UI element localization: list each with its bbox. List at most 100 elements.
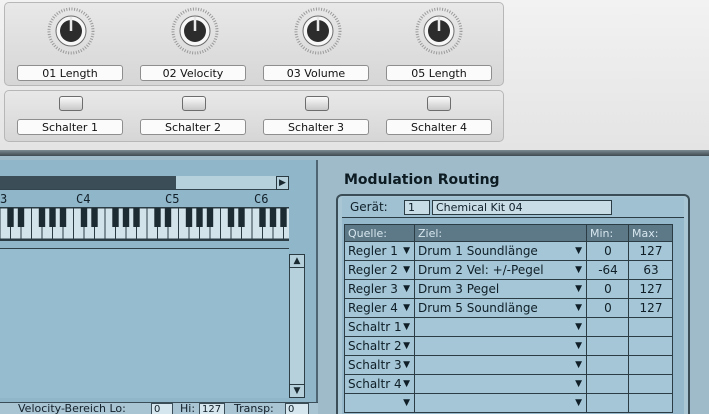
target-cell[interactable]: ▼: [414, 355, 587, 375]
source-value: Schaltr 4: [348, 377, 402, 391]
black-key[interactable]: [91, 208, 98, 227]
scroll-right-icon[interactable]: ▶: [276, 176, 289, 190]
device-name-field[interactable]: Chemical Kit 04: [432, 200, 612, 215]
pattern-area[interactable]: [0, 248, 289, 398]
dropdown-arrow-icon[interactable]: ▼: [575, 300, 582, 317]
target-cell[interactable]: Drum 1 Soundlänge ▼: [414, 241, 587, 261]
black-key[interactable]: [269, 208, 277, 227]
black-key[interactable]: [112, 208, 119, 227]
velocity-lo-field[interactable]: 0: [151, 403, 173, 414]
dropdown-arrow-icon[interactable]: ▼: [575, 395, 582, 412]
black-key[interactable]: [196, 208, 203, 227]
black-key[interactable]: [185, 208, 193, 227]
max-cell[interactable]: [628, 393, 673, 413]
min-cell[interactable]: [586, 393, 629, 413]
min-cell[interactable]: -64: [586, 260, 629, 280]
device-number-field[interactable]: 1: [404, 200, 430, 215]
dropdown-arrow-icon[interactable]: ▼: [575, 357, 582, 374]
target-value: Drum 5 Soundlänge: [418, 301, 538, 315]
velocity-hi-field[interactable]: 127: [199, 403, 225, 414]
target-cell[interactable]: ▼: [414, 317, 587, 337]
dropdown-arrow-icon[interactable]: ▼: [403, 262, 410, 279]
dropdown-arrow-icon[interactable]: ▼: [575, 338, 582, 355]
target-cell[interactable]: Drum 2 Vel: +/-Pegel ▼: [414, 260, 587, 280]
max-cell[interactable]: [628, 355, 673, 375]
scroll-down-icon[interactable]: ▼: [289, 384, 305, 398]
transpose-field[interactable]: 0: [285, 403, 309, 414]
target-cell[interactable]: ▼: [414, 374, 587, 394]
max-cell[interactable]: [628, 336, 673, 356]
max-cell[interactable]: [628, 317, 673, 337]
max-cell[interactable]: 127: [628, 241, 673, 261]
dropdown-arrow-icon[interactable]: ▼: [403, 281, 410, 298]
switch-button-1[interactable]: [59, 96, 83, 111]
dropdown-arrow-icon[interactable]: ▼: [403, 300, 410, 317]
rotary-knob-2[interactable]: [171, 7, 219, 55]
switch-button-2[interactable]: [182, 96, 206, 111]
max-cell[interactable]: 127: [628, 279, 673, 299]
dropdown-arrow-icon[interactable]: ▼: [403, 243, 410, 260]
source-cell[interactable]: Schaltr 1 ▼: [344, 317, 415, 337]
min-cell[interactable]: 0: [586, 279, 629, 299]
source-cell[interactable]: ▼: [344, 393, 415, 413]
source-cell[interactable]: Schaltr 2 ▼: [344, 336, 415, 356]
black-key[interactable]: [154, 208, 161, 227]
black-key[interactable]: [259, 208, 266, 227]
black-key[interactable]: [122, 208, 130, 227]
target-cell[interactable]: ▼: [414, 336, 587, 356]
table-row: Regler 2 ▼ Drum 2 Vel: +/-Pegel ▼ -64 63: [344, 260, 673, 280]
scroll-up-icon[interactable]: ▲: [289, 254, 305, 268]
dropdown-arrow-icon[interactable]: ▼: [575, 243, 582, 260]
max-cell[interactable]: 127: [628, 298, 673, 318]
black-key[interactable]: [206, 208, 214, 227]
black-key[interactable]: [238, 208, 245, 227]
min-cell[interactable]: 0: [586, 241, 629, 261]
black-key[interactable]: [49, 208, 56, 227]
dropdown-arrow-icon[interactable]: ▼: [575, 262, 582, 279]
piano-keyboard[interactable]: [0, 207, 295, 241]
target-cell[interactable]: Drum 3 Pegel ▼: [414, 279, 587, 299]
target-cell[interactable]: ▼: [414, 393, 587, 413]
dropdown-arrow-icon[interactable]: ▼: [575, 281, 582, 298]
source-cell[interactable]: Regler 4 ▼: [344, 298, 415, 318]
rotary-knob-4[interactable]: [415, 7, 463, 55]
dropdown-arrow-icon[interactable]: ▼: [403, 395, 410, 412]
black-key[interactable]: [133, 208, 140, 227]
max-cell[interactable]: 63: [628, 260, 673, 280]
max-cell[interactable]: [628, 374, 673, 394]
black-key[interactable]: [227, 208, 235, 227]
source-cell[interactable]: Schaltr 3 ▼: [344, 355, 415, 375]
dropdown-arrow-icon[interactable]: ▼: [403, 376, 410, 393]
vertical-scrollbar[interactable]: [289, 268, 305, 384]
rotary-knob-1[interactable]: [47, 7, 95, 55]
dropdown-arrow-icon[interactable]: ▼: [403, 319, 410, 336]
dropdown-arrow-icon[interactable]: ▼: [575, 319, 582, 336]
keyboard-scrollbar[interactable]: [0, 176, 289, 190]
min-cell[interactable]: [586, 317, 629, 337]
switch-button-3[interactable]: [305, 96, 329, 111]
min-cell[interactable]: [586, 355, 629, 375]
black-key[interactable]: [59, 208, 67, 227]
dropdown-arrow-icon[interactable]: ▼: [403, 338, 410, 355]
black-key[interactable]: [7, 208, 14, 227]
min-value: -64: [598, 263, 618, 277]
black-key[interactable]: [38, 208, 46, 227]
dropdown-arrow-icon[interactable]: ▼: [575, 376, 582, 393]
source-cell[interactable]: Schaltr 4 ▼: [344, 374, 415, 394]
rotary-knob-3[interactable]: [294, 7, 342, 55]
source-value: Regler 4: [348, 301, 398, 315]
min-cell[interactable]: [586, 374, 629, 394]
switch-button-4[interactable]: [427, 96, 451, 111]
min-cell[interactable]: 0: [586, 298, 629, 318]
source-cell[interactable]: Regler 3 ▼: [344, 279, 415, 299]
dropdown-arrow-icon[interactable]: ▼: [403, 357, 410, 374]
black-key[interactable]: [80, 208, 88, 227]
source-cell[interactable]: Regler 1 ▼: [344, 241, 415, 261]
keyboard-scroll-thumb[interactable]: [0, 176, 176, 189]
black-key[interactable]: [280, 208, 287, 227]
black-key[interactable]: [164, 208, 172, 227]
source-cell[interactable]: Regler 2 ▼: [344, 260, 415, 280]
target-cell[interactable]: Drum 5 Soundlänge ▼: [414, 298, 587, 318]
black-key[interactable]: [17, 208, 25, 227]
min-cell[interactable]: [586, 336, 629, 356]
